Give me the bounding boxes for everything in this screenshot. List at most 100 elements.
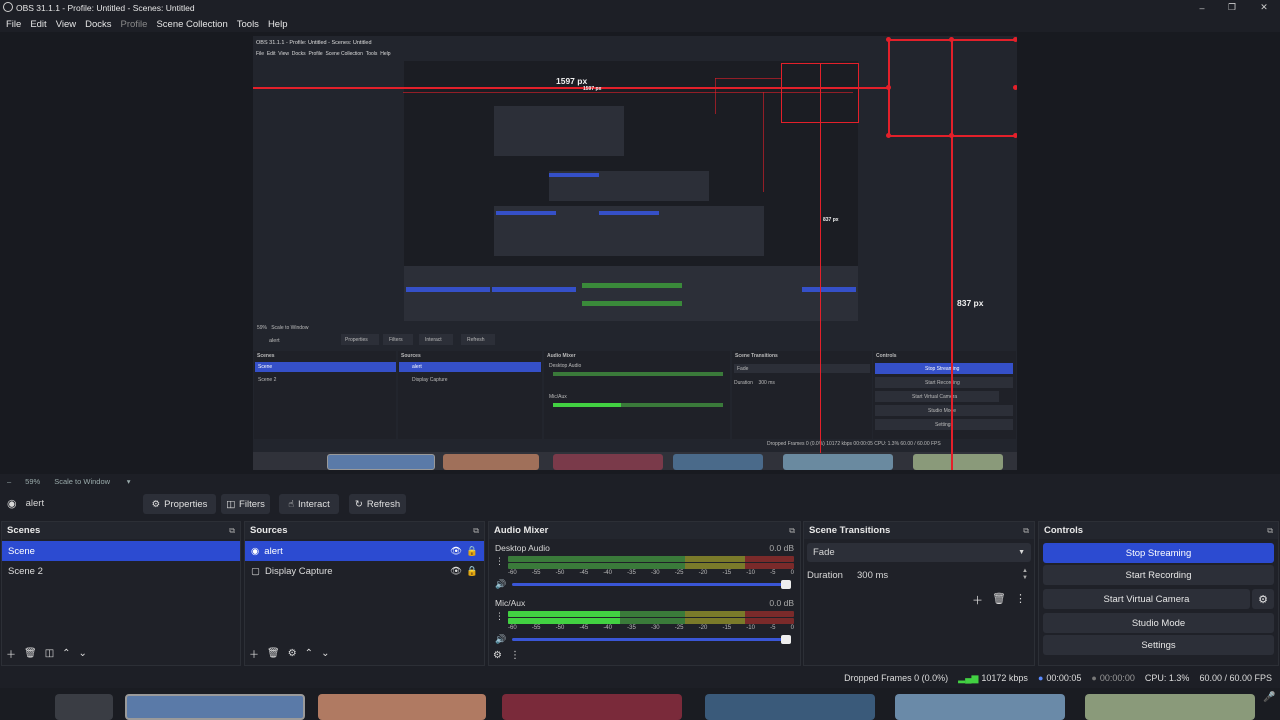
- trash-icon[interactable]: 🗑: [24, 648, 37, 659]
- maximize-icon[interactable]: ❐: [1216, 0, 1248, 15]
- audio-mixer-dock: Audio Mixer ⧉ Desktop Audio 0.0 dB ⋮ -60-…: [488, 521, 801, 666]
- settings-button[interactable]: Settings: [1043, 635, 1274, 655]
- filter-icon: ◫: [226, 498, 236, 510]
- menu-tools[interactable]: Tools: [237, 19, 259, 30]
- speaker-icon[interactable]: 🔊: [495, 579, 506, 590]
- source-item[interactable]: ▢ Display Capture 👁 🔒: [245, 561, 484, 581]
- volume-meter: [508, 611, 794, 617]
- microphone-icon[interactable]: 🎤: [1263, 692, 1275, 703]
- kebab-menu-icon[interactable]: ⋮: [495, 611, 504, 621]
- close-icon[interactable]: ✕: [1248, 0, 1280, 15]
- kebab-menu-icon[interactable]: ⋮: [495, 556, 504, 566]
- obs-logo-icon: [3, 2, 13, 12]
- channel-db: 0.0 dB: [769, 598, 794, 608]
- nested-source-1: alert: [412, 364, 422, 370]
- taskbar-thumbnail[interactable]: [318, 694, 486, 720]
- menu-file[interactable]: File: [6, 19, 21, 30]
- pointer-icon: ☝: [288, 498, 295, 510]
- channel-db: 0.0 dB: [769, 543, 794, 553]
- add-icon[interactable]: ＋: [972, 592, 983, 608]
- menu-edit[interactable]: Edit: [30, 19, 46, 30]
- menu-scene-collection[interactable]: Scene Collection: [156, 19, 227, 30]
- gear-icon[interactable]: ⚙: [1252, 589, 1274, 609]
- interact-button[interactable]: ☝ Interact: [279, 494, 339, 514]
- speaker-icon[interactable]: 🔊: [495, 634, 506, 645]
- undock-icon[interactable]: ⧉: [1023, 526, 1029, 536]
- undock-icon[interactable]: ⧉: [473, 526, 479, 536]
- move-down-icon[interactable]: ⌄: [79, 648, 87, 659]
- source-item-label: alert: [264, 545, 283, 557]
- move-down-icon[interactable]: ⌄: [321, 648, 329, 659]
- zoom-level[interactable]: 59%: [25, 477, 40, 486]
- add-icon[interactable]: ＋: [6, 646, 16, 661]
- preview-canvas[interactable]: OBS 31.1.1 - Profile: Untitled - Scenes:…: [253, 36, 1017, 470]
- scene-item[interactable]: Scene 2: [2, 561, 240, 581]
- scale-mode-select[interactable]: Scale to Window ▾: [54, 477, 130, 486]
- channel-name: Desktop Audio: [495, 543, 550, 553]
- undock-icon[interactable]: ⧉: [229, 526, 235, 536]
- taskbar-thumbnail[interactable]: [895, 694, 1065, 720]
- undock-icon[interactable]: ⧉: [789, 526, 795, 536]
- zoom-out-button[interactable]: –: [7, 477, 11, 486]
- controls-dock-header: Controls ⧉: [1039, 522, 1278, 539]
- move-up-icon[interactable]: ⌃: [305, 648, 313, 659]
- lock-icon[interactable]: 🔒: [466, 546, 478, 557]
- kebab-menu-icon[interactable]: ⋮: [510, 650, 520, 661]
- nested-title: OBS 31.1.1 - Profile: Untitled - Scenes:…: [256, 40, 372, 46]
- duration-label: Duration: [807, 569, 843, 581]
- start-virtual-camera-button[interactable]: Start Virtual Camera: [1043, 589, 1250, 609]
- move-up-icon[interactable]: ⌃: [62, 648, 70, 659]
- kebab-menu-icon[interactable]: ⋮: [1015, 592, 1026, 608]
- minimize-icon[interactable]: –: [1186, 0, 1218, 15]
- eye-icon[interactable]: 👁: [450, 546, 462, 557]
- scenes-dock-header: Scenes ⧉: [2, 522, 240, 539]
- volume-slider[interactable]: [512, 580, 791, 589]
- nested-dock-scenes: Scenes: [257, 353, 275, 359]
- network-icon: ▂▄▆: [958, 672, 979, 683]
- menu-help[interactable]: Help: [268, 19, 288, 30]
- menu-docks[interactable]: Docks: [85, 19, 111, 30]
- source-item[interactable]: ◉ alert 👁 🔒: [245, 541, 484, 561]
- refresh-label: Refresh: [366, 498, 401, 510]
- gear-icon[interactable]: ⚙: [288, 648, 297, 659]
- menu-view[interactable]: View: [56, 19, 76, 30]
- interact-label: Interact: [298, 498, 330, 510]
- scene-item[interactable]: Scene: [2, 541, 240, 561]
- volume-slider[interactable]: [512, 635, 791, 644]
- menu-profile[interactable]: Profile: [121, 19, 148, 30]
- start-recording-button[interactable]: Start Recording: [1043, 565, 1274, 585]
- transition-select[interactable]: Fade ▼: [807, 543, 1031, 562]
- taskbar-thumbnail[interactable]: [502, 694, 682, 720]
- filters-button[interactable]: ◫ Filters: [221, 494, 270, 514]
- filter-icon[interactable]: ◫: [45, 648, 54, 659]
- properties-button[interactable]: ⚙ Properties: [143, 494, 216, 514]
- selected-source-name: alert: [25, 498, 45, 509]
- nested-menu: File Edit View Docks Profile Scene Colle…: [256, 51, 391, 57]
- taskbar-thumbnail[interactable]: [705, 694, 875, 720]
- undock-icon[interactable]: ⧉: [1267, 526, 1273, 536]
- eye-icon[interactable]: 👁: [450, 566, 462, 577]
- nested-btn-interact: Interact: [425, 337, 442, 343]
- taskbar-thumbnail[interactable]: [1085, 694, 1255, 720]
- lock-icon[interactable]: 🔒: [466, 566, 478, 577]
- taskbar-thumbnail[interactable]: [125, 694, 305, 720]
- taskbar-thumbnail[interactable]: [55, 694, 113, 720]
- transitions-title: Scene Transitions: [809, 525, 891, 536]
- measure-width-label: 1597 px: [556, 76, 588, 86]
- meter-level: [508, 618, 620, 624]
- mixer-channel: Desktop Audio 0.0 dB ⋮ -60 -55 -50 -45 -40 -3…: [489, 539, 800, 590]
- advanced-audio-icon[interactable]: ⚙: [493, 650, 502, 661]
- spinner-icon[interactable]: ▲ ▼: [1022, 568, 1028, 582]
- duration-input[interactable]: 300 ms ▲ ▼: [854, 566, 1031, 584]
- studio-mode-button[interactable]: Studio Mode: [1043, 613, 1274, 633]
- refresh-button[interactable]: ↻ Refresh: [349, 494, 406, 514]
- sources-toolbar: ＋ 🗑 ⚙ ⌃ ⌄: [249, 646, 329, 661]
- nested-ctrl-start-recording: Start Recording: [925, 380, 960, 386]
- trash-icon[interactable]: 🗑: [267, 648, 280, 659]
- monitor-icon: ▢: [251, 565, 260, 577]
- add-icon[interactable]: ＋: [249, 646, 259, 661]
- meter-scale: -60 -55 -50 -45 -40 -35 -30 -25 -20 -15 -10 -5 0: [508, 570, 794, 576]
- stop-streaming-button[interactable]: Stop Streaming: [1043, 543, 1274, 563]
- trash-icon[interactable]: 🗑: [992, 592, 1006, 608]
- refresh-icon: ↻: [354, 498, 363, 510]
